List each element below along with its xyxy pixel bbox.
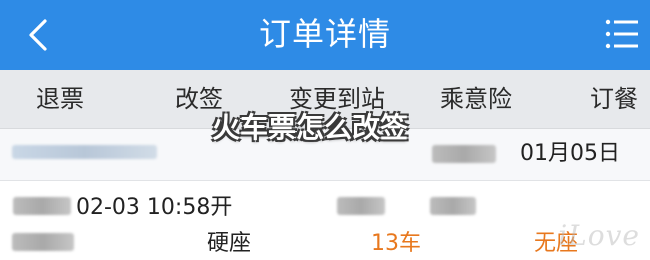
watermark: iLove bbox=[558, 219, 640, 252]
redacted-seat-prefix bbox=[12, 233, 74, 251]
redacted-order-prefix bbox=[432, 145, 496, 163]
redacted-passenger-info bbox=[430, 197, 476, 215]
car-number: 13车 bbox=[371, 231, 421, 256]
order-date: 01月05日 bbox=[520, 141, 620, 166]
order-meal-button[interactable]: 订餐 bbox=[590, 70, 638, 128]
page-title: 订单详情 bbox=[258, 15, 391, 53]
order-detail-screen: 订单详情 退票 改签 变更到站 乘意险 订餐 01月05日 02-03 10:5… bbox=[0, 0, 650, 260]
redacted-station-info bbox=[337, 197, 385, 215]
redacted-train-info bbox=[13, 197, 71, 215]
menu-icon bbox=[605, 19, 638, 49]
redacted-order-info bbox=[12, 145, 157, 159]
departure-time: 02-03 10:58开 bbox=[76, 195, 233, 220]
ticket-card[interactable]: 02-03 10:58开 硬座 13车 无座 bbox=[0, 181, 650, 260]
overlay-caption: 火车票怎么改签 bbox=[212, 111, 409, 144]
travel-insurance-button[interactable]: 乘意险 bbox=[440, 70, 512, 128]
seat-type: 硬座 bbox=[207, 231, 252, 256]
refund-button[interactable]: 退票 bbox=[36, 70, 84, 128]
top-navigation-bar: 订单详情 bbox=[0, 0, 650, 70]
menu-button[interactable] bbox=[604, 14, 640, 54]
